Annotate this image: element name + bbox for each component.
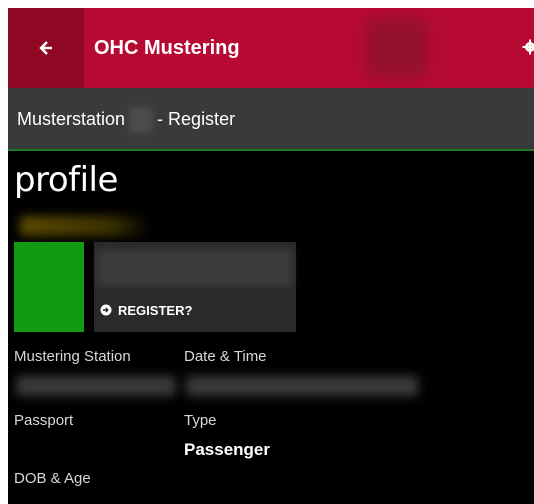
person-card: REGISTER? — [94, 242, 296, 332]
register-label: REGISTER? — [118, 302, 193, 318]
redacted-region — [129, 107, 154, 134]
status-tile — [14, 242, 84, 332]
sub-header: Musterstation - Register — [8, 88, 534, 151]
app-title: OHC Mustering — [94, 37, 240, 59]
sign-in-icon — [100, 304, 112, 316]
mustering-station-label: Mustering Station — [14, 348, 131, 365]
redacted-region — [366, 18, 428, 78]
register-button[interactable]: REGISTER? — [94, 288, 296, 332]
back-button[interactable] — [8, 8, 84, 88]
dob-age-label: DOB & Age — [14, 470, 91, 487]
breadcrumb-station: Musterstation — [17, 109, 126, 129]
redacted-region — [98, 250, 292, 286]
breadcrumb-register: - Register — [157, 109, 236, 129]
date-time-label: Date & Time — [184, 348, 267, 365]
page-title: profile — [14, 160, 118, 200]
arrow-left-icon — [39, 41, 52, 55]
title-bar: OHC Mustering — [8, 8, 534, 88]
settings-button[interactable] — [522, 38, 534, 56]
passport-label: Passport — [14, 412, 74, 429]
type-value: Passenger — [184, 440, 270, 459]
breadcrumb: Musterstation - Register — [17, 88, 235, 150]
redacted-name — [20, 216, 150, 236]
app-window: OHC Mustering Musterstation - Register pr… — [8, 8, 534, 504]
redacted-value — [186, 376, 418, 396]
redacted-value — [16, 376, 176, 396]
type-label: Type — [184, 412, 217, 429]
gear-icon — [522, 39, 534, 55]
